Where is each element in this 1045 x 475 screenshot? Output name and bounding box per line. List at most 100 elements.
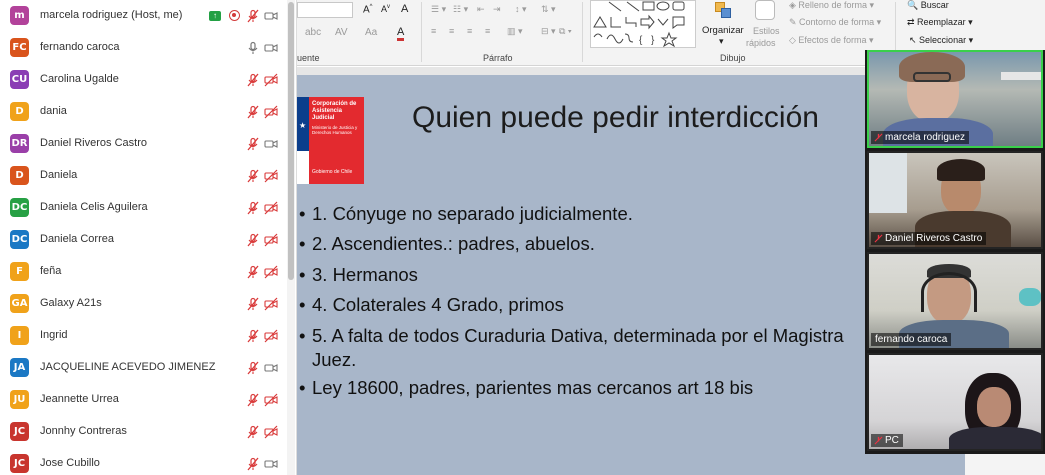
arrange-caret-icon: ▾ [719, 36, 724, 46]
clear-format-icon[interactable]: A [401, 3, 408, 15]
camera-off-icon[interactable] [264, 425, 278, 439]
participant-row[interactable]: I Ingrid [0, 320, 290, 352]
mic-muted-icon[interactable] [246, 425, 260, 439]
quick-styles-label[interactable]: Estilos [753, 26, 780, 36]
mic-muted-icon[interactable] [246, 297, 260, 311]
shapes-gallery[interactable]: {} [590, 0, 696, 48]
mic-muted-icon[interactable] [246, 361, 260, 375]
line-spacing-icon[interactable]: ↕ ▾ [515, 4, 527, 15]
mic-on-icon[interactable] [246, 41, 260, 55]
participant-row[interactable]: m marcela rodriguez (Host, me) ↑ [0, 0, 290, 32]
bullet-text: 2. Ascendientes.: padres, abuelos. [312, 233, 595, 254]
participant-row[interactable]: JA JACQUELINE ACEVEDO JIMENEZ [0, 352, 290, 384]
participant-hair [937, 159, 985, 181]
participant-name: marcela rodriguez (Host, me) [40, 9, 183, 21]
indent-dec-icon[interactable]: ⇤ [477, 4, 485, 15]
justify-icon[interactable]: ≡ [485, 26, 490, 36]
participant-row[interactable]: FC fernando caroca [0, 32, 290, 64]
participant-row[interactable]: Ffeña [0, 256, 290, 288]
participant-row[interactable]: JC Jose Cubillo [0, 448, 290, 475]
group-fuente-label: uente [297, 53, 320, 63]
font-color-icon[interactable]: A [397, 26, 405, 41]
camera-off-icon[interactable] [264, 233, 278, 247]
toy [1019, 288, 1041, 306]
camera-off-icon[interactable] [264, 297, 278, 311]
camera-icon[interactable] [264, 137, 278, 151]
mic-muted-icon[interactable] [246, 329, 260, 343]
select-button[interactable]: ↖ Seleccionar ▾ [909, 35, 973, 46]
mic-muted-icon[interactable] [246, 137, 260, 151]
arrange-icon[interactable] [713, 0, 733, 20]
camera-icon[interactable] [264, 9, 278, 23]
mic-muted-icon[interactable] [246, 265, 260, 279]
font-shrink-icon[interactable]: Av [381, 4, 390, 14]
find-button[interactable]: 🔍 Buscar [907, 0, 949, 11]
align-left-icon[interactable]: ≡ [431, 26, 436, 36]
quick-styles-icon[interactable] [755, 0, 775, 20]
camera-icon[interactable] [264, 361, 278, 375]
participant-row[interactable]: DC Daniela Celis Aguilera [0, 192, 290, 224]
video-tile[interactable]: fernando caroca [867, 252, 1043, 350]
svg-text:{: { [639, 35, 643, 46]
char-spacing-icon[interactable]: AV [335, 27, 348, 38]
video-tile[interactable]: Daniel Riveros Castro [867, 151, 1043, 249]
mic-muted-icon[interactable] [246, 393, 260, 407]
logo-gob: Gobierno de Chile [312, 169, 353, 175]
mic-muted-icon[interactable] [246, 73, 260, 87]
camera-off-icon[interactable] [264, 393, 278, 407]
participant-name: Jonnhy Contreras [40, 425, 127, 437]
camera-off-icon[interactable] [264, 265, 278, 279]
smartart-icon[interactable]: ⧉ ▾ [559, 26, 572, 37]
align-right-icon[interactable]: ≡ [467, 26, 472, 36]
camera-off-icon[interactable] [264, 329, 278, 343]
arrange-label[interactable]: Organizar [702, 25, 744, 36]
avatar: I [10, 326, 29, 345]
numbering-icon[interactable]: ☷ ▾ [453, 4, 468, 15]
participant-row[interactable]: DR Daniel Riveros Castro [0, 128, 290, 160]
font-size-box[interactable] [297, 2, 353, 18]
participant-row[interactable]: JC Jonnhy Contreras [0, 416, 290, 448]
participants-scrollbar[interactable] [287, 0, 295, 475]
change-case-icon[interactable]: Aa [365, 27, 377, 38]
indent-inc-icon[interactable]: ⇥ [493, 4, 501, 15]
video-tile[interactable]: marcela rodriguez [867, 50, 1043, 148]
participant-glasses [913, 72, 951, 82]
participant-row[interactable]: CU Carolina Ugalde [0, 64, 290, 96]
align-center-icon[interactable]: ≡ [449, 26, 454, 36]
shape-effects-button[interactable]: ◇ Efectos de forma ▾ [789, 35, 874, 46]
quick-styles-label-2[interactable]: rápidos [746, 38, 776, 48]
camera-off-icon[interactable] [264, 105, 278, 119]
replace-button[interactable]: ⇄ Reemplazar ▾ [907, 17, 973, 28]
video-tile[interactable]: PC [867, 353, 1043, 451]
avatar: D [10, 166, 29, 185]
font-grow-icon[interactable]: A^ [363, 4, 373, 15]
camera-icon[interactable] [264, 457, 278, 471]
columns-icon[interactable]: ▥ ▾ [507, 26, 523, 37]
mic-muted-icon[interactable] [246, 105, 260, 119]
participant-row[interactable]: DC Daniela Correa [0, 224, 290, 256]
shape-fill-button[interactable]: ◈ Relleno de forma ▾ [789, 0, 874, 11]
participant-row[interactable]: GA Galaxy A21s [0, 288, 290, 320]
mic-muted-icon[interactable] [246, 9, 260, 23]
mic-muted-icon[interactable] [246, 457, 260, 471]
bullets-icon[interactable]: ☰ ▾ [431, 4, 446, 15]
mic-muted-icon[interactable] [246, 233, 260, 247]
align-text-icon[interactable]: ⊟ ▾ [541, 26, 556, 37]
camera-off-icon[interactable] [264, 73, 278, 87]
text-direction-icon[interactable]: ⇅ ▾ [541, 4, 556, 15]
participant-row[interactable]: D Daniela [0, 160, 290, 192]
participant-row[interactable]: JU Jeannette Urrea [0, 384, 290, 416]
participant-name: Daniel Riveros Castro [40, 137, 147, 149]
avatar: JA [10, 358, 29, 377]
mic-muted-icon[interactable] [246, 201, 260, 215]
mic-muted-icon[interactable] [246, 169, 260, 183]
video-gallery: marcela rodriguez Daniel Riveros Castro … [865, 50, 1045, 454]
scrollbar-thumb[interactable] [288, 2, 294, 280]
camera-off-icon[interactable] [264, 201, 278, 215]
strikethrough-icon[interactable]: abc [305, 27, 321, 38]
camera-off-icon[interactable] [264, 169, 278, 183]
shape-outline-button[interactable]: ✎ Contorno de forma ▾ [789, 17, 881, 28]
camera-icon[interactable] [264, 41, 278, 55]
avatar: DC [10, 230, 29, 249]
participant-row[interactable]: Ddania [0, 96, 290, 128]
